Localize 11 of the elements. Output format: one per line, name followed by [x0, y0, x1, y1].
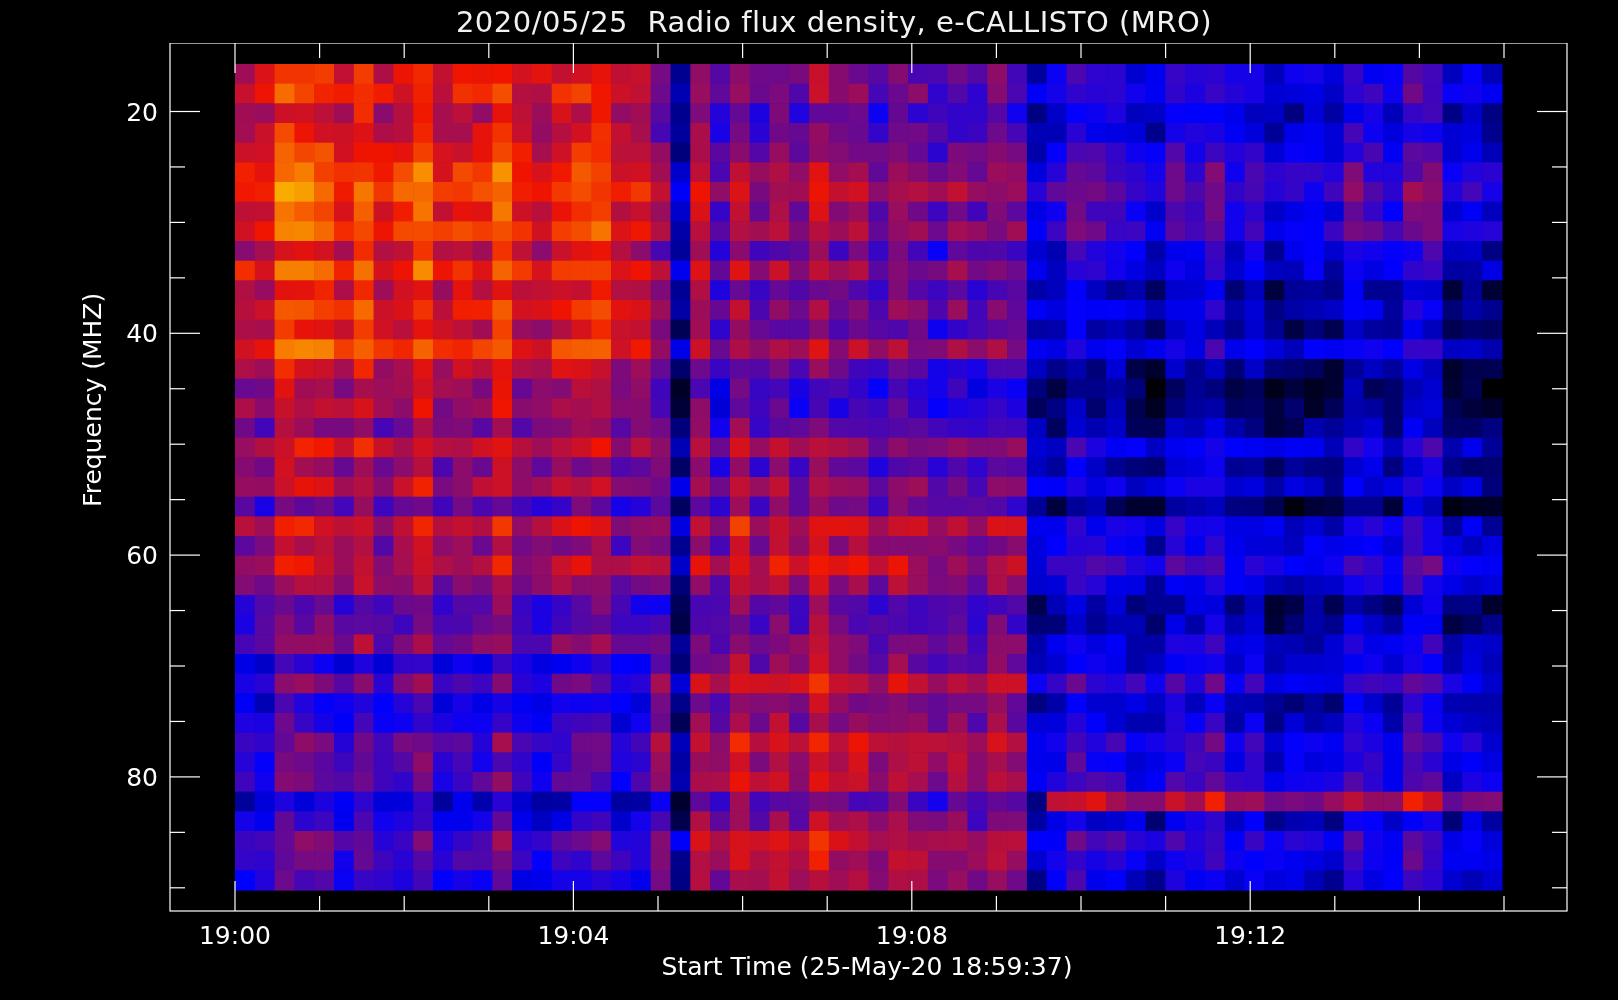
x-tick-label: 19:04	[537, 921, 610, 950]
x-tick-label: 19:12	[1214, 921, 1287, 950]
y-tick-label: 60	[126, 541, 158, 571]
y-tick-label: 80	[126, 762, 158, 792]
x-tick-label: 19:08	[875, 921, 948, 950]
y-tick-label: 40	[126, 319, 158, 349]
chart-title: 2020/05/25 Radio flux density, e-CALLISTO (MRO)	[455, 4, 1213, 39]
x-axis-label: Start Time (25-May-20 18:59:37)	[661, 952, 1073, 981]
x-tick-label: 19:00	[199, 921, 271, 950]
y-tick-label: 20	[126, 97, 158, 127]
y-axis-label: Frequency (MHZ)	[78, 292, 107, 507]
